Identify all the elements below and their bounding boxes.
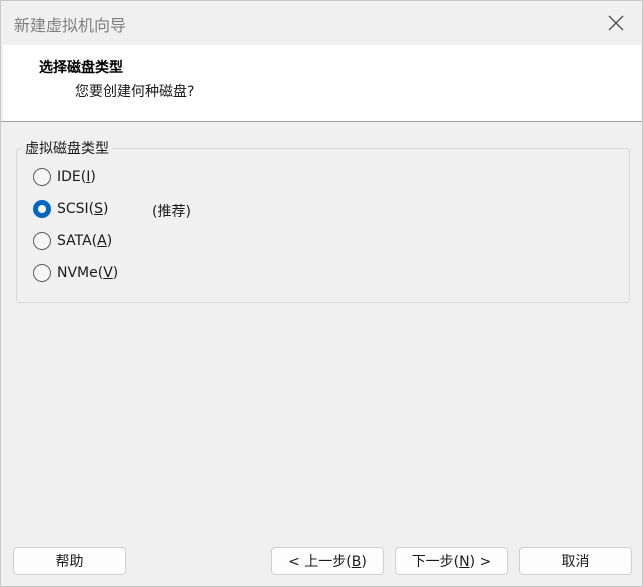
radio-ide[interactable]: IDE(I) xyxy=(33,166,96,188)
cancel-button-label: 取消 xyxy=(561,554,590,570)
wizard-window: 新建虚拟机向导 选择磁盘类型 您要创建何种磁盘? 虚拟磁盘类型 IDE(I) S… xyxy=(0,0,643,587)
radio-scsi-label: SCSI(S) xyxy=(57,201,109,217)
cancel-button[interactable]: 取消 xyxy=(519,547,632,575)
radio-sata[interactable]: SATA(A) xyxy=(33,230,112,252)
page-title: 选择磁盘类型 xyxy=(39,60,123,76)
window-title: 新建虚拟机向导 xyxy=(14,16,127,35)
radio-ide-label: IDE(I) xyxy=(57,169,96,185)
radio-nvme[interactable]: NVMe(V) xyxy=(33,262,118,284)
radio-scsi-indicator[interactable] xyxy=(33,200,51,218)
page-subtitle: 您要创建何种磁盘? xyxy=(75,84,195,100)
back-button-label: < 上一步(B) xyxy=(288,554,367,570)
close-button[interactable] xyxy=(604,11,628,35)
help-button[interactable]: 帮助 xyxy=(13,547,126,575)
radio-sata-indicator[interactable] xyxy=(33,232,51,250)
header-divider xyxy=(1,121,642,122)
radio-nvme-label: NVMe(V) xyxy=(57,265,119,281)
disk-type-group-label: 虚拟磁盘类型 xyxy=(22,138,112,158)
close-icon xyxy=(608,15,624,31)
help-button-label: 帮助 xyxy=(55,554,84,570)
recommended-note: (推荐) xyxy=(152,204,191,220)
next-button[interactable]: 下一步(N) > xyxy=(395,547,508,575)
title-bar: 新建虚拟机向导 xyxy=(1,1,642,45)
radio-scsi[interactable]: SCSI(S) xyxy=(33,198,109,220)
back-button[interactable]: < 上一步(B) xyxy=(271,547,384,575)
radio-nvme-indicator[interactable] xyxy=(33,264,51,282)
next-button-label: 下一步(N) > xyxy=(411,554,492,570)
radio-ide-indicator[interactable] xyxy=(33,168,51,186)
wizard-header: 选择磁盘类型 您要创建何种磁盘? xyxy=(3,45,641,121)
radio-sata-label: SATA(A) xyxy=(57,233,113,249)
